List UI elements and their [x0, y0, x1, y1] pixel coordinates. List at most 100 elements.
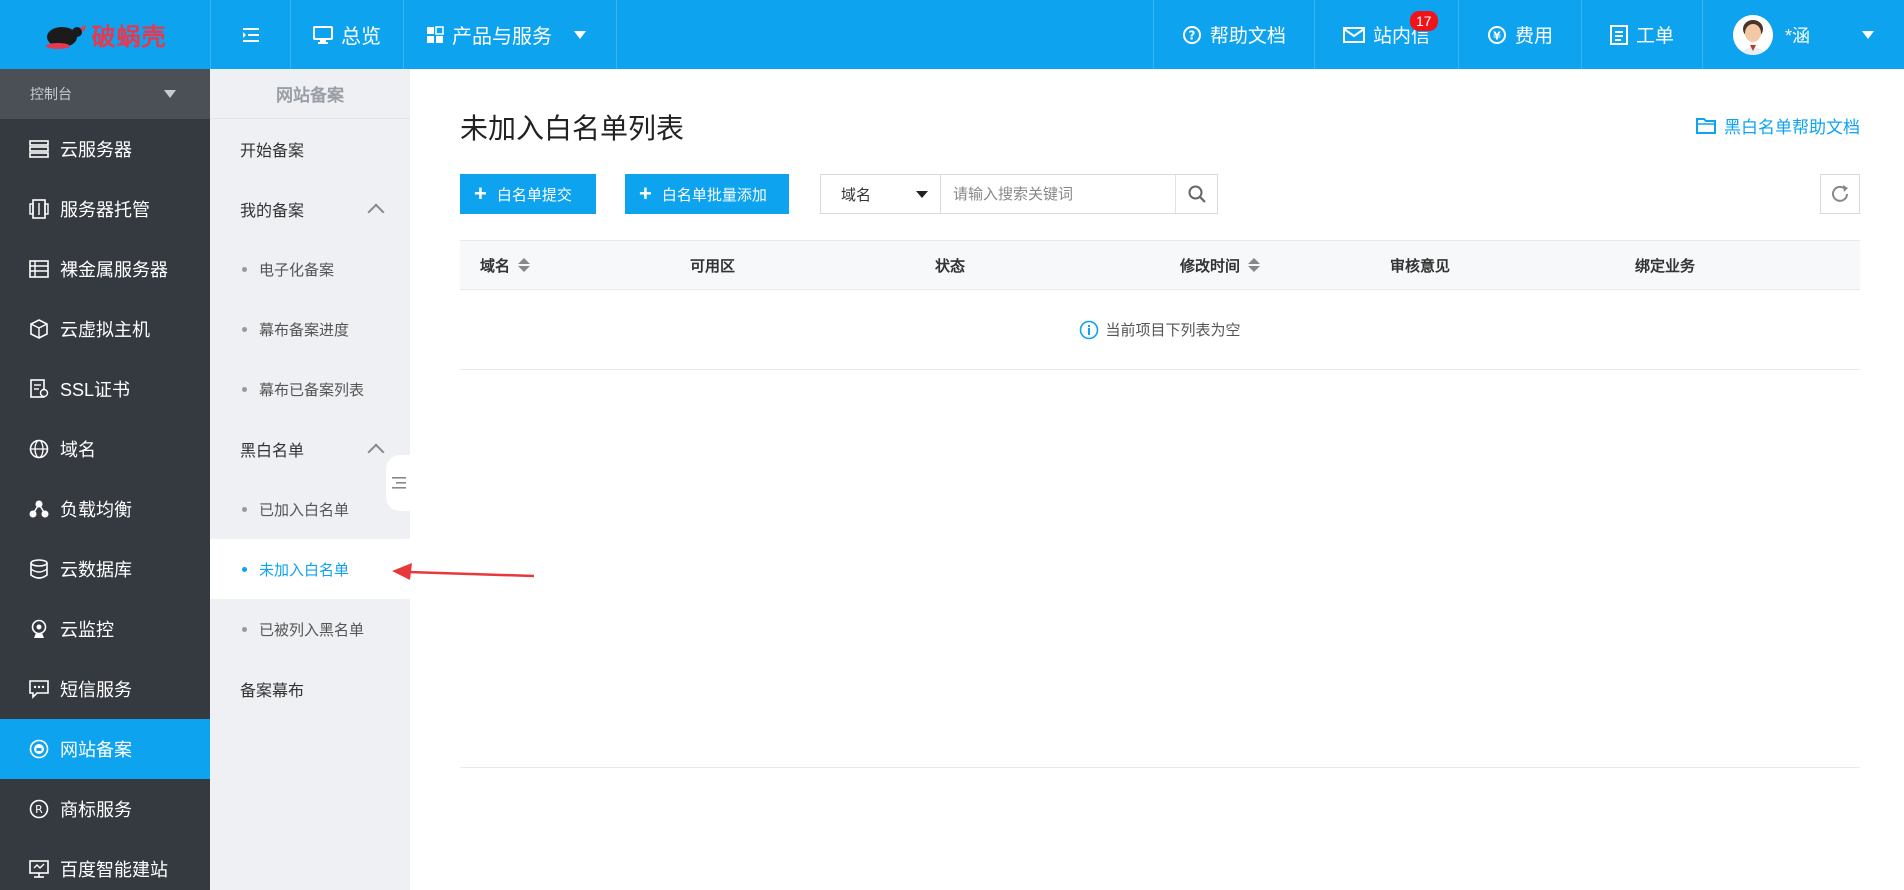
- subnav-start-record[interactable]: 开始备案: [210, 119, 410, 179]
- user-avatar-icon: [1732, 14, 1773, 55]
- subnav-label: 开始备案: [240, 143, 305, 160]
- certificate-icon: [30, 379, 49, 398]
- menu-collapse-icon: [242, 27, 259, 42]
- subnav-whitelisted[interactable]: 已加入白名单: [210, 479, 410, 539]
- column-header-domain[interactable]: 域名: [480, 255, 531, 276]
- column-header-label: 可用区: [690, 257, 736, 275]
- nav-help-label: 帮助文档: [1209, 26, 1286, 47]
- search-box: 域名: [820, 174, 1218, 214]
- nav-messages[interactable]: 站内信 17: [1313, 0, 1458, 69]
- brand-logo[interactable]: 破蜗壳: [0, 0, 210, 69]
- sidebar-item-label: 域名: [60, 440, 96, 460]
- sort-icon: [518, 258, 531, 272]
- sidebar-item-label: 裸金属服务器: [60, 260, 168, 280]
- refresh-button[interactable]: [1820, 174, 1860, 214]
- svg-text:R: R: [35, 803, 43, 816]
- nav-products-label: 产品与服务: [452, 26, 552, 48]
- sidebar-item-label: 云虚拟主机: [60, 320, 150, 340]
- menu-toggle-button[interactable]: [210, 0, 290, 69]
- nav-tickets[interactable]: 工单: [1580, 0, 1702, 69]
- sidebar-item-monitor[interactable]: 云监控: [0, 599, 210, 659]
- sidebar-item-label: 云数据库: [60, 560, 132, 580]
- cube-icon: [30, 319, 48, 339]
- subnav-blacklisted[interactable]: 已被列入黑名单: [210, 599, 410, 659]
- folder-icon: [1696, 117, 1716, 134]
- search-field-value: 域名: [841, 186, 872, 204]
- console-selector[interactable]: 控制台: [0, 69, 210, 119]
- svg-text:¥: ¥: [1493, 29, 1501, 42]
- collapse-menu-icon: [392, 477, 406, 489]
- subnav-record-list[interactable]: 幕布已备案列表: [210, 359, 410, 419]
- plus-icon: +: [474, 181, 487, 206]
- blackwhite-help-link[interactable]: 黑白名单帮助文档: [1696, 113, 1860, 138]
- avatar: [1732, 14, 1773, 55]
- sidebar-item-website-record[interactable]: 网站备案: [0, 719, 210, 779]
- sidebar-item-label: 百度智能建站: [60, 860, 168, 880]
- search-input[interactable]: [941, 175, 1175, 213]
- record-icon: [29, 739, 49, 759]
- subnav-label: 我的备案: [240, 203, 305, 220]
- nav-overview[interactable]: 总览: [290, 0, 403, 69]
- nav-fees[interactable]: ¥ 费用: [1457, 0, 1581, 69]
- sidebar-item-domain[interactable]: 域名: [0, 419, 210, 479]
- subnav-curtain[interactable]: 备案幕布: [210, 659, 410, 719]
- divider: [460, 767, 1860, 768]
- sidebar-item-server-hosting[interactable]: 服务器托管: [0, 179, 210, 239]
- sidebar-item-label: 服务器托管: [60, 200, 150, 220]
- refresh-icon: [1832, 185, 1848, 202]
- snail-logo-icon: [45, 24, 86, 49]
- subnav-group-blackwhite[interactable]: 黑白名单: [210, 419, 410, 479]
- sidebar-item-virtual-host[interactable]: 云虚拟主机: [0, 299, 210, 359]
- button-label: 白名单批量添加: [661, 186, 767, 204]
- mail-icon: [1342, 26, 1365, 43]
- nav-help[interactable]: ? 帮助文档: [1152, 0, 1314, 69]
- sidebar-item-load-balance[interactable]: 负载均衡: [0, 479, 210, 539]
- column-header-modified-time[interactable]: 修改时间: [1180, 255, 1261, 276]
- sidebar-item-label: 商标服务: [60, 800, 132, 820]
- bullet-dot-icon: [242, 506, 247, 512]
- sidebar-item-label: SSL证书: [60, 380, 131, 400]
- subnav-e-record[interactable]: 电子化备案: [210, 239, 410, 299]
- whitelist-batch-add-button[interactable]: + 白名单批量添加: [625, 174, 789, 214]
- site-builder-icon: [29, 860, 49, 878]
- subnav-label: 电子化备案: [259, 261, 335, 279]
- sidebar-item-label: 云监控: [60, 620, 114, 640]
- nav-products[interactable]: 产品与服务: [403, 0, 616, 69]
- subnav-label: 未加入白名单: [259, 561, 350, 579]
- sidebar-item-site-builder[interactable]: 百度智能建站: [0, 839, 210, 890]
- ticket-list-icon: [1609, 24, 1628, 45]
- sidebar-item-database[interactable]: 云数据库: [0, 539, 210, 599]
- search-field-select[interactable]: 域名: [821, 175, 941, 213]
- column-header-binding: 绑定业务: [1635, 255, 1695, 276]
- column-header-label: 审核意见: [1390, 257, 1451, 275]
- whitelist-submit-button[interactable]: + 白名单提交: [460, 174, 596, 214]
- help-link-label: 黑白名单帮助文档: [1724, 118, 1860, 137]
- user-menu[interactable]: *涵: [1701, 0, 1904, 69]
- main-content: 未加入白名单列表 黑白名单帮助文档 + 白名单提交 + 白名单批量添加 域名 请…: [410, 69, 1904, 890]
- empty-message: 当前项目下列表为空: [1105, 322, 1241, 339]
- column-header-label: 修改时间: [1180, 257, 1241, 275]
- bullet-dot-icon: [242, 266, 247, 272]
- chevron-up-icon: [367, 443, 385, 461]
- user-name: *涵: [1784, 25, 1810, 46]
- column-header-label: 状态: [935, 257, 966, 275]
- subnav-collapse-handle[interactable]: [386, 455, 412, 511]
- subnav-not-whitelisted[interactable]: 未加入白名单: [210, 539, 410, 599]
- sidebar-item-sms[interactable]: 短信服务: [0, 659, 210, 719]
- sidebar-item-ssl[interactable]: SSL证书: [0, 359, 210, 419]
- subnav-group-my-records[interactable]: 我的备案: [210, 179, 410, 239]
- nav-fees-label: 费用: [1514, 26, 1553, 47]
- brand-name: 破蜗壳: [91, 23, 167, 51]
- main-sidebar: 控制台 云服务器 服务器托管 裸金属服务器 云虚拟主机 SSL证书 域名 负载均…: [0, 69, 210, 890]
- sidebar-item-trademark[interactable]: R 商标服务: [0, 779, 210, 839]
- sidebar-item-label: 负载均衡: [60, 500, 132, 520]
- sidebar-item-cloud-server[interactable]: 云服务器: [0, 119, 210, 179]
- empty-table-row: 当前项目下列表为空: [460, 290, 1860, 370]
- database-icon: [30, 559, 48, 579]
- sidebar-item-bare-metal[interactable]: 裸金属服务器: [0, 239, 210, 299]
- question-circle-icon: ?: [1182, 25, 1201, 44]
- search-button[interactable]: [1175, 175, 1217, 213]
- subnav-progress[interactable]: 幕布备案进度: [210, 299, 410, 359]
- server-icon: [29, 140, 49, 158]
- chevron-down-icon: [1862, 30, 1874, 39]
